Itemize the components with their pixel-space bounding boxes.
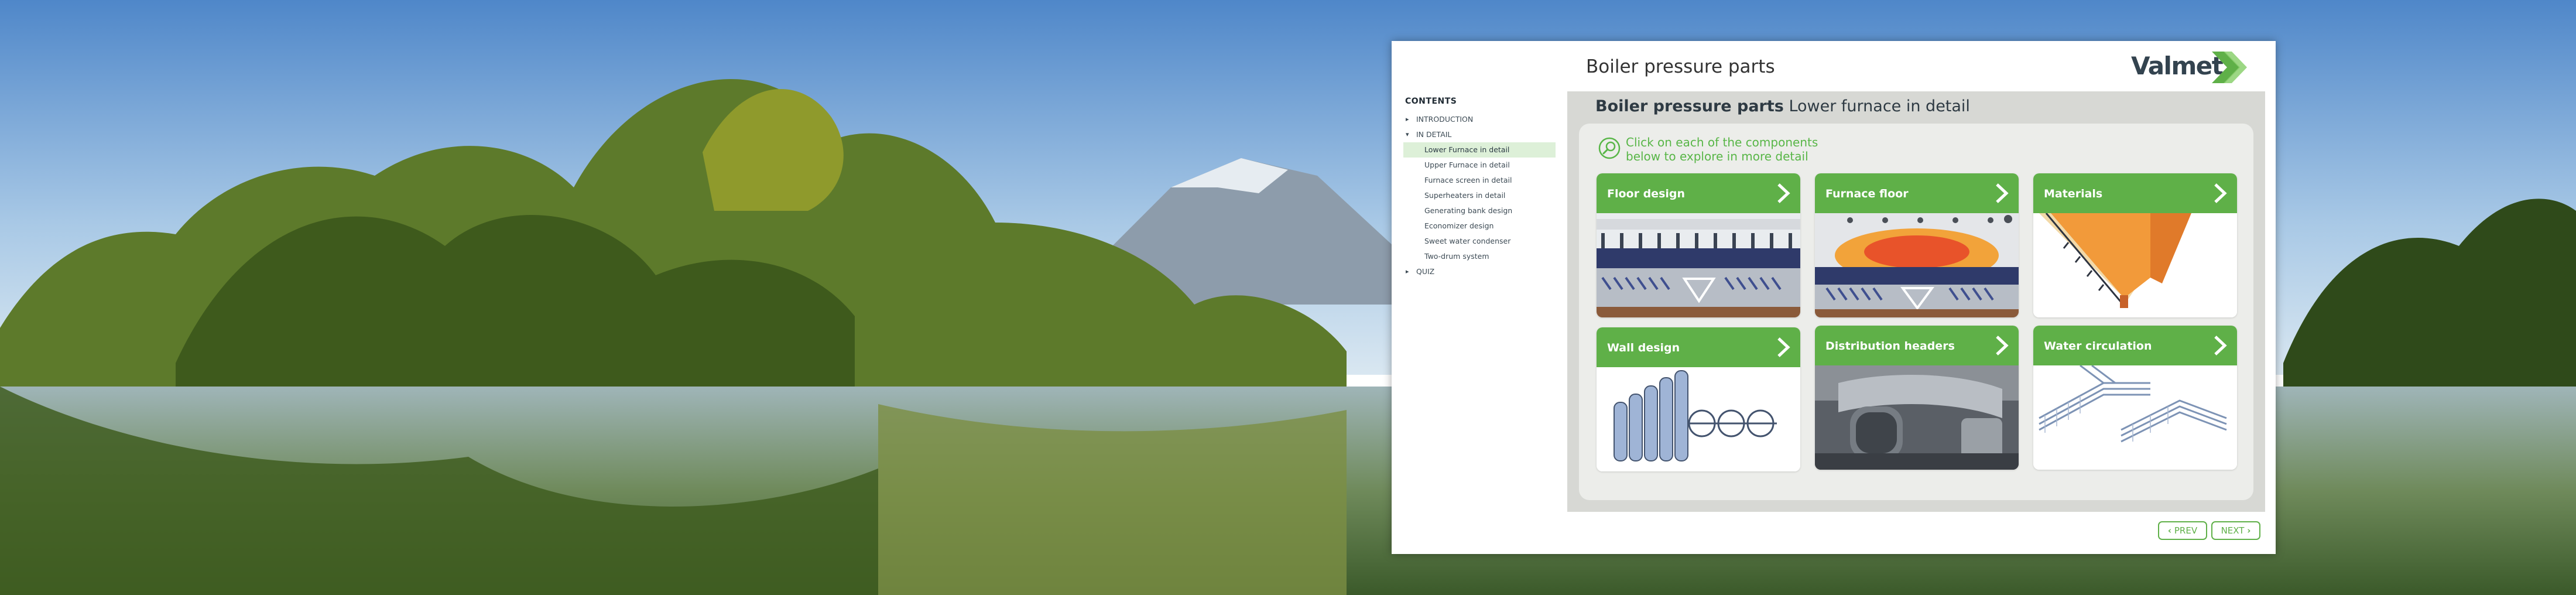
card-header: Materials: [2033, 173, 2237, 213]
section-title-bold: Boiler pressure parts: [1595, 97, 1784, 115]
components-panel: Click on each of the components below to…: [1579, 124, 2253, 500]
valmet-logo: Valmet: [2131, 49, 2248, 84]
sidebar-item-label: Economizer design: [1424, 221, 1494, 230]
chevron-right-icon: [1777, 337, 1790, 357]
card-label: Water circulation: [2044, 340, 2152, 353]
sidebar-item-label: Sweet water condenser: [1424, 237, 1511, 245]
sidebar-item-label: Superheaters in detail: [1424, 191, 1506, 200]
instruction-line-2: below to explore in more detail: [1626, 149, 1808, 163]
magnifier-icon: [1598, 137, 1621, 159]
sidebar-item-sweet-water-condenser[interactable]: Sweet water condenser: [1403, 234, 1556, 249]
sidebar-item-label: Two-drum system: [1424, 252, 1489, 261]
card-materials[interactable]: Materials: [2033, 173, 2237, 317]
sidebar-item-label: Furnace screen in detail: [1424, 176, 1512, 184]
materials-illustration: [2033, 213, 2237, 317]
water-circulation-illustration: [2033, 365, 2237, 470]
sidebar-item-label: IN DETAIL: [1416, 130, 1452, 139]
card-header: Distribution headers: [1815, 326, 2019, 365]
caret-right-icon: ▸: [1406, 115, 1409, 123]
sidebar-item-superheaters[interactable]: Superheaters in detail: [1403, 188, 1556, 203]
card-label: Distribution headers: [1825, 340, 1955, 353]
chevron-right-icon: [1777, 183, 1790, 203]
next-label: NEXT: [2221, 525, 2245, 536]
page-title: Boiler pressure parts: [1586, 56, 1775, 77]
main-content: Boiler pressure parts Lower furnace in d…: [1567, 91, 2265, 512]
chevron-right-icon: [1996, 336, 2009, 355]
sidebar-item-lower-furnace[interactable]: Lower Furnace in detail: [1403, 142, 1556, 158]
card-header: Water circulation: [2033, 326, 2237, 365]
sidebar-item-label: Generating bank design: [1424, 206, 1513, 215]
caret-down-icon: ▾: [1406, 131, 1409, 138]
wall-design-illustration: [1597, 367, 1800, 471]
sidebar: CONTENTS ▸ INTRODUCTION ▾ IN DETAIL Lowe…: [1403, 94, 1556, 279]
prev-label: PREV: [2174, 525, 2198, 536]
sidebar-item-introduction[interactable]: ▸ INTRODUCTION: [1403, 112, 1556, 127]
sidebar-item-two-drum-system[interactable]: Two-drum system: [1403, 249, 1556, 264]
section-title-rest: Lower furnace in detail: [1789, 97, 1970, 115]
card-wall-design[interactable]: Wall design: [1597, 327, 1800, 471]
floor-design-illustration: [1597, 213, 1800, 317]
chevron-right-icon: ›: [2247, 525, 2251, 536]
sidebar-item-label: INTRODUCTION: [1416, 115, 1474, 124]
chevron-right-icon: [1996, 183, 2009, 203]
card-furnace-floor[interactable]: Furnace floor: [1815, 173, 2019, 317]
card-label: Floor design: [1607, 187, 1686, 200]
sidebar-item-economizer[interactable]: Economizer design: [1403, 218, 1556, 234]
instruction-text: Click on each of the components below to…: [1626, 135, 1860, 163]
furnace-floor-illustration: [1815, 213, 2019, 317]
prev-button[interactable]: ‹ PREV: [2158, 521, 2207, 540]
distribution-headers-photo: [1815, 365, 2019, 470]
card-floor-design[interactable]: Floor design: [1597, 173, 1800, 317]
card-header: Furnace floor: [1815, 173, 2019, 213]
card-header: Floor design: [1597, 173, 1800, 213]
card-header: Wall design: [1597, 327, 1800, 367]
next-button[interactable]: NEXT ›: [2211, 521, 2260, 540]
caret-right-icon: ▸: [1406, 268, 1409, 275]
sidebar-item-furnace-screen[interactable]: Furnace screen in detail: [1403, 173, 1556, 188]
logo-arrow-icon: [2212, 52, 2247, 83]
card-distribution-headers[interactable]: Distribution headers: [1815, 326, 2019, 470]
sidebar-item-quiz[interactable]: ▸ QUIZ: [1403, 264, 1556, 279]
sidebar-item-label: QUIZ: [1416, 267, 1435, 276]
sidebar-item-in-detail[interactable]: ▾ IN DETAIL: [1403, 127, 1556, 142]
sidebar-item-label: Upper Furnace in detail: [1424, 160, 1510, 169]
card-water-circulation[interactable]: Water circulation: [2033, 326, 2237, 470]
module-window: Boiler pressure parts Valmet CONTENTS ▸ …: [1392, 41, 2276, 554]
instruction-line-1: Click on each of the components: [1626, 135, 1818, 149]
sidebar-item-label: Lower Furnace in detail: [1424, 145, 1510, 154]
card-label: Wall design: [1607, 341, 1680, 354]
sidebar-item-generating-bank[interactable]: Generating bank design: [1403, 203, 1556, 218]
sidebar-heading: CONTENTS: [1405, 97, 1457, 106]
chevron-left-icon: ‹: [2167, 525, 2172, 536]
card-label: Furnace floor: [1825, 187, 1909, 200]
card-label: Materials: [2044, 187, 2103, 200]
sidebar-item-upper-furnace[interactable]: Upper Furnace in detail: [1403, 158, 1556, 173]
section-title: Boiler pressure parts Lower furnace in d…: [1595, 97, 1970, 115]
chevron-right-icon: [2214, 183, 2227, 203]
chevron-right-icon: [2214, 336, 2227, 355]
